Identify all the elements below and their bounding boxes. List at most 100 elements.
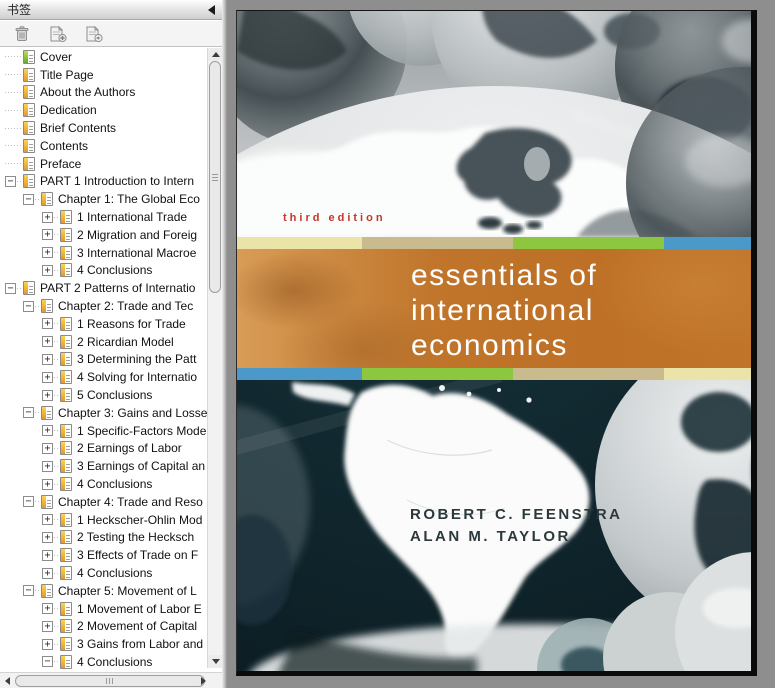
bookmark-item[interactable]: + 3 Determining the Patt	[0, 350, 207, 369]
expand-node-icon[interactable]: +	[42, 531, 53, 543]
expand-node-icon[interactable]: +	[42, 514, 53, 526]
bookmark-item[interactable]: − PART 1 Introduction to Intern	[0, 172, 207, 191]
bookmark-item[interactable]: + 2 Earnings of Labor	[0, 439, 207, 458]
tree-connector	[5, 65, 23, 84]
bookmark-label: 1 Specific-Factors Mode	[77, 423, 207, 438]
bookmark-item[interactable]: + 3 Gains from Labor and	[0, 635, 207, 654]
bookmark-label: 4 Solving for Internatio	[77, 370, 198, 385]
bookmark-item[interactable]: + 4 Conclusions	[0, 261, 207, 280]
collapse-node-icon[interactable]: −	[23, 585, 34, 597]
page-icon	[23, 103, 35, 118]
page-icon	[60, 512, 72, 527]
horizontal-scrollbar[interactable]	[0, 672, 222, 688]
vertical-scrollbar-thumb[interactable]	[209, 61, 221, 293]
scroll-right-button[interactable]	[197, 674, 210, 688]
bookmark-item[interactable]: Preface	[0, 154, 207, 173]
expand-node-icon[interactable]: +	[42, 620, 53, 632]
horizontal-scrollbar-thumb[interactable]	[15, 675, 205, 687]
delete-bookmark-button[interactable]	[12, 24, 32, 44]
tree-connector: +	[42, 261, 60, 280]
expand-node-icon[interactable]: +	[42, 638, 53, 650]
arrow-right-icon	[201, 677, 206, 685]
bookmark-item[interactable]: Cover	[0, 48, 207, 66]
scroll-down-button[interactable]	[208, 655, 223, 668]
bookmark-item[interactable]: + 1 International Trade	[0, 208, 207, 226]
collapse-node-icon[interactable]: −	[5, 175, 16, 187]
expand-node-icon[interactable]: +	[42, 549, 53, 561]
bookmark-item[interactable]: + 2 Testing the Hecksch	[0, 528, 207, 547]
bookmark-label: Chapter 3: Gains and Losse	[58, 405, 207, 420]
document-viewport[interactable]: third edition essentials of internationa…	[227, 0, 775, 688]
bookmark-label: 2 Ricardian Model	[77, 334, 174, 349]
page-icon	[60, 245, 72, 260]
bookmark-item[interactable]: Title Page	[0, 65, 207, 84]
book-title-line: essentials of	[411, 259, 598, 292]
bookmark-item[interactable]: + 1 Reasons for Trade	[0, 314, 207, 333]
expand-node-icon[interactable]: +	[42, 389, 53, 401]
bookmark-item[interactable]: − Chapter 4: Trade and Reso	[0, 492, 207, 511]
bookmark-item[interactable]: + 1 Movement of Labor E	[0, 599, 207, 618]
expand-node-icon[interactable]: +	[42, 336, 53, 348]
vertical-scrollbar[interactable]	[207, 48, 223, 668]
bookmark-item[interactable]: + 3 Effects of Trade on F	[0, 546, 207, 565]
bookmark-item[interactable]: + 2 Ricardian Model	[0, 332, 207, 351]
page-icon	[60, 352, 72, 367]
expand-node-icon[interactable]: +	[42, 603, 53, 615]
bookmark-label: 2 Migration and Foreig	[77, 227, 198, 242]
goto-bookmark-button[interactable]	[84, 24, 104, 44]
bookmarks-toolbar	[0, 21, 222, 47]
expand-node-icon[interactable]: +	[42, 229, 53, 241]
bookmark-item[interactable]: + 4 Conclusions	[0, 475, 207, 493]
bookmark-item[interactable]: − Chapter 5: Movement of L	[0, 581, 207, 600]
bookmark-item[interactable]: Dedication	[0, 101, 207, 120]
expand-node-icon[interactable]: +	[42, 425, 53, 437]
bookmark-item[interactable]: + 1 Specific-Factors Mode	[0, 421, 207, 440]
stripe-segment-green	[513, 237, 665, 249]
expand-node-icon[interactable]: +	[42, 318, 53, 330]
bookmark-item[interactable]: − PART 2 Patterns of Internatio	[0, 279, 207, 298]
bookmark-item[interactable]: − Chapter 3: Gains and Losse	[0, 403, 207, 422]
bookmark-item[interactable]: About the Authors	[0, 83, 207, 102]
bookmark-item[interactable]: + 4 Solving for Internatio	[0, 368, 207, 387]
collapse-node-icon[interactable]: −	[23, 407, 34, 419]
expand-node-icon[interactable]: +	[42, 371, 53, 383]
pdf-reader-window: 书签 Cover Title Page About the Authors De…	[0, 0, 775, 688]
scroll-left-button[interactable]	[1, 674, 14, 688]
collapse-node-icon[interactable]: −	[42, 656, 53, 668]
expand-node-icon[interactable]: +	[42, 247, 53, 259]
document-page[interactable]: third edition essentials of internationa…	[236, 10, 757, 676]
bookmark-item[interactable]: − Chapter 1: The Global Eco	[0, 190, 207, 209]
expand-node-icon[interactable]: +	[42, 211, 53, 223]
tree-connector: +	[42, 332, 60, 351]
bookmark-item[interactable]: Contents	[0, 136, 207, 155]
bookmark-item[interactable]: + 5 Conclusions	[0, 386, 207, 404]
bookmark-item[interactable]: − Chapter 2: Trade and Tec	[0, 297, 207, 315]
expand-node-icon[interactable]: +	[42, 442, 53, 454]
scroll-up-button[interactable]	[208, 48, 223, 61]
bookmark-item[interactable]: + 3 International Macroe	[0, 243, 207, 262]
collapse-node-icon[interactable]: −	[23, 300, 34, 312]
page-icon	[23, 174, 35, 189]
bookmark-item[interactable]: Brief Contents	[0, 119, 207, 137]
collapse-node-icon[interactable]: −	[23, 193, 34, 205]
expand-node-icon[interactable]: +	[42, 478, 53, 490]
add-bookmark-button[interactable]	[48, 24, 68, 44]
bookmark-item[interactable]: − 4 Conclusions	[0, 653, 207, 671]
page-icon	[41, 583, 53, 598]
collapse-node-icon[interactable]: −	[23, 496, 34, 508]
collapse-panel-icon[interactable]	[208, 4, 215, 15]
bookmark-item[interactable]: + 2 Migration and Foreig	[0, 225, 207, 244]
bookmark-item[interactable]: + 2 Movement of Capital	[0, 617, 207, 636]
bookmark-item[interactable]: + 3 Earnings of Capital an	[0, 457, 207, 476]
expand-node-icon[interactable]: +	[42, 264, 53, 276]
collapse-node-icon[interactable]: −	[5, 282, 16, 294]
bookmark-label: 2 Testing the Hecksch	[77, 530, 195, 545]
bookmark-item[interactable]: + 4 Conclusions	[0, 564, 207, 582]
expand-node-icon[interactable]: +	[42, 460, 53, 472]
bookmark-item[interactable]: + 1 Heckscher-Ohlin Mod	[0, 510, 207, 529]
bookmark-label: 3 Earnings of Capital an	[77, 459, 206, 474]
expand-node-icon[interactable]: +	[42, 353, 53, 365]
bookmark-label: 2 Movement of Capital	[77, 619, 198, 634]
expand-node-icon[interactable]: +	[42, 567, 53, 579]
page-icon	[60, 654, 72, 669]
